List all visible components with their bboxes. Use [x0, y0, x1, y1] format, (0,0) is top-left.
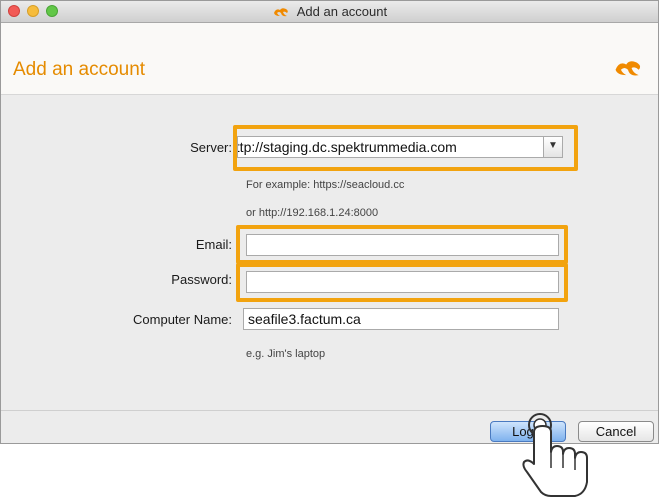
password-highlight	[236, 263, 568, 302]
add-account-window: Add an account Add an account Server: ht…	[0, 0, 659, 444]
server-hint-alt: or http://192.168.1.24:8000	[246, 207, 379, 219]
window-title: Add an account	[296, 4, 388, 19]
server-highlight	[233, 125, 578, 171]
password-label: Password:	[171, 272, 232, 287]
form-area: Server: http://staging.dc.spektrummedia.…	[1, 95, 658, 410]
title-bar[interactable]: Add an account	[1, 1, 658, 23]
hand-pointer-icon	[522, 413, 588, 497]
computer-name-label: Computer Name:	[133, 312, 232, 327]
computer-name-hint: e.g. Jim's laptop	[246, 348, 326, 360]
email-highlight	[236, 225, 568, 264]
seafile-small-icon	[273, 8, 288, 17]
seafile-logo-icon	[615, 61, 641, 76]
computer-name-field[interactable]: seafile3.factum.ca	[243, 308, 559, 330]
server-label: Server:	[190, 140, 232, 155]
dialog-header: Add an account	[1, 23, 658, 95]
email-label: Email:	[195, 237, 232, 252]
dialog-title: Add an account	[13, 59, 146, 80]
window-title-wrap: Add an account	[1, 4, 658, 19]
server-hint-example: For example: https://seacloud.cc	[246, 179, 405, 191]
